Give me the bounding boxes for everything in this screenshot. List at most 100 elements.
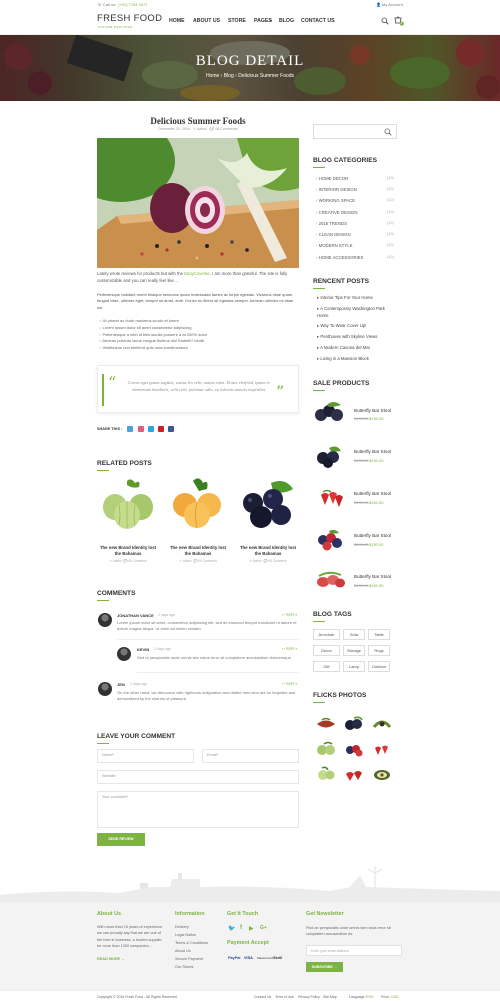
newsletter-email-input[interactable]: Enter your email address	[306, 945, 402, 956]
search-input[interactable]	[313, 124, 397, 139]
recent-post-link[interactable]: Interior Tips For Your Home	[317, 295, 397, 302]
footer-link[interactable]: Delivery	[175, 925, 189, 929]
category-link[interactable]: CLEAN DESIGN	[316, 232, 351, 237]
nav-about-us[interactable]: ABOUT US	[193, 18, 220, 24]
footer-link[interactable]: Legal Notice	[175, 933, 196, 937]
category-link[interactable]: INTERIOR DESIGN	[316, 187, 357, 192]
footer-link[interactable]: Terms & Conditions	[175, 941, 208, 945]
recent-post-link[interactable]: Way To Wear Cover Up!	[317, 323, 397, 330]
footer-bottom-link[interactable]: Term of Use	[275, 995, 294, 999]
footer-link[interactable]: Our Stores	[175, 965, 193, 969]
email-field[interactable]: Email*	[202, 749, 299, 763]
product-image[interactable]	[313, 525, 347, 555]
tag-link[interactable]: Table	[368, 629, 390, 640]
recent-post-link[interactable]: A Contemporary Washington Park Home	[317, 306, 397, 320]
nav-blog[interactable]: BLOG	[279, 18, 294, 24]
intro-link[interactable]: EasyCovertie,	[184, 271, 211, 276]
dribbble-icon[interactable]	[138, 426, 144, 432]
flick-photo[interactable]	[342, 740, 366, 758]
nav-contact-us[interactable]: CONTACT US	[301, 18, 335, 24]
product-name[interactable]: Butterfly Bar Stool	[354, 574, 391, 579]
tag-link[interactable]: Rugs	[368, 645, 390, 656]
footer-bottom-link[interactable]: Site Map	[323, 995, 337, 999]
breadcrumb-home[interactable]: Home	[206, 73, 219, 79]
category-link[interactable]: HOME ACCESSORIES	[316, 255, 364, 260]
send-review-button[interactable]: SEND REVIEW	[97, 833, 145, 846]
footer-link[interactable]: About Us	[175, 949, 191, 953]
pinterest-icon[interactable]	[158, 426, 164, 432]
facebook-icon[interactable]: f	[240, 925, 242, 931]
tag-link[interactable]: Outdoor	[368, 661, 390, 672]
product-image[interactable]	[313, 442, 347, 472]
facebook-icon[interactable]	[168, 426, 174, 432]
currency-select[interactable]: USD	[391, 995, 398, 999]
product-name[interactable]: Butterfly Bar Stool	[354, 491, 391, 496]
website-field[interactable]: Website	[97, 770, 299, 784]
flick-photo[interactable]	[370, 765, 394, 783]
category-link[interactable]: MODERN STYLE	[316, 243, 353, 248]
flick-photo[interactable]	[370, 740, 394, 758]
product-image[interactable]	[313, 566, 347, 596]
product-name[interactable]: Butterfly Bar Stool	[354, 533, 391, 538]
tag-link[interactable]: Lamp	[343, 661, 365, 672]
language-select[interactable]: ENG	[366, 995, 374, 999]
google-plus-icon[interactable]: G+	[260, 925, 267, 931]
comment-textarea[interactable]: Your comment*	[97, 791, 299, 828]
recent-post-link[interactable]: A Modern Casona del Mar	[317, 345, 397, 352]
recent-post-link[interactable]: Penthouse with Skyline Views	[317, 334, 397, 341]
twitter-icon[interactable]	[127, 426, 133, 432]
related-post-card[interactable]: The new Brand Identity lost the Bahamas …	[97, 475, 159, 563]
reply-link[interactable]: ↩ REPLY	[282, 613, 298, 617]
tag-link[interactable]: Gift	[313, 661, 340, 672]
related-post-title[interactable]: The new Brand Identity lost the Bahamas	[167, 545, 229, 558]
flick-photo[interactable]	[314, 765, 338, 783]
post-comments-count[interactable]: 06 Comments	[215, 127, 237, 131]
related-post-card[interactable]: The new Brand Identity lost the Bahamas …	[167, 475, 229, 563]
reply-link[interactable]: ↩ REPLY	[282, 682, 298, 686]
recent-post-link[interactable]: Living in a Mansion Block	[317, 356, 397, 363]
nav-home[interactable]: HOME	[169, 18, 185, 24]
flick-photo[interactable]	[342, 715, 366, 733]
post-author[interactable]: Admin	[197, 127, 207, 131]
related-post-image[interactable]	[237, 475, 299, 533]
search-icon[interactable]	[381, 17, 389, 25]
subscribe-button[interactable]: SUBSCRIBE →	[306, 962, 343, 972]
breadcrumb-blog[interactable]: Blog	[224, 73, 234, 79]
twitter-icon[interactable]: 🐦	[228, 925, 235, 932]
related-post-image[interactable]	[167, 475, 229, 533]
nav-store[interactable]: STORE	[228, 18, 246, 24]
search-icon[interactable]	[384, 128, 392, 136]
category-link[interactable]: WORKING SPACE	[316, 198, 355, 203]
logo[interactable]: FRESH FOOD	[97, 13, 162, 24]
product-name[interactable]: Butterfly Bar Stool	[354, 408, 391, 413]
phone-number[interactable]: (+01) 7784 4477	[118, 2, 147, 7]
category-link[interactable]: HOME DECOR	[316, 176, 349, 181]
flick-photo[interactable]	[342, 765, 366, 783]
footer-link[interactable]: Secure Payment	[175, 957, 203, 961]
read-more-link[interactable]: READ MORE →	[97, 956, 125, 962]
name-field[interactable]: Name*	[97, 749, 194, 763]
tag-link[interactable]: Armchair	[313, 629, 340, 640]
product-name[interactable]: Butterfly Bar Stool	[354, 449, 391, 454]
tag-link[interactable]: Decor	[313, 645, 340, 656]
category-link[interactable]: CREATIVE DESIGN	[316, 210, 358, 215]
my-account-link[interactable]: My Account	[382, 2, 403, 7]
tag-link[interactable]: Sofa	[343, 629, 365, 640]
footer-bottom-link[interactable]: Contact Us	[254, 995, 271, 999]
skype-icon[interactable]	[148, 426, 154, 432]
related-post-title[interactable]: The new Brand Identity lost the Bahamas	[97, 545, 159, 558]
related-post-title[interactable]: The new Brand Identity lost the Bahamas	[237, 545, 299, 558]
tag-link[interactable]: Storage	[343, 645, 365, 656]
category-link[interactable]: 2016 TRENDS	[316, 221, 347, 226]
youtube-icon[interactable]: ▶	[249, 925, 254, 932]
flick-photo[interactable]	[314, 740, 338, 758]
product-image[interactable]	[313, 483, 347, 513]
cart-icon[interactable]	[394, 16, 404, 26]
flick-photo[interactable]	[370, 715, 394, 733]
reply-link[interactable]: ↩ REPLY	[282, 647, 298, 651]
product-image[interactable]	[313, 399, 347, 429]
related-post-card[interactable]: The new Brand Identity lost the Bahamas …	[237, 475, 299, 563]
flick-photo[interactable]	[314, 715, 338, 733]
related-post-image[interactable]	[97, 475, 159, 533]
footer-bottom-link[interactable]: Privacy Policy	[298, 995, 320, 999]
